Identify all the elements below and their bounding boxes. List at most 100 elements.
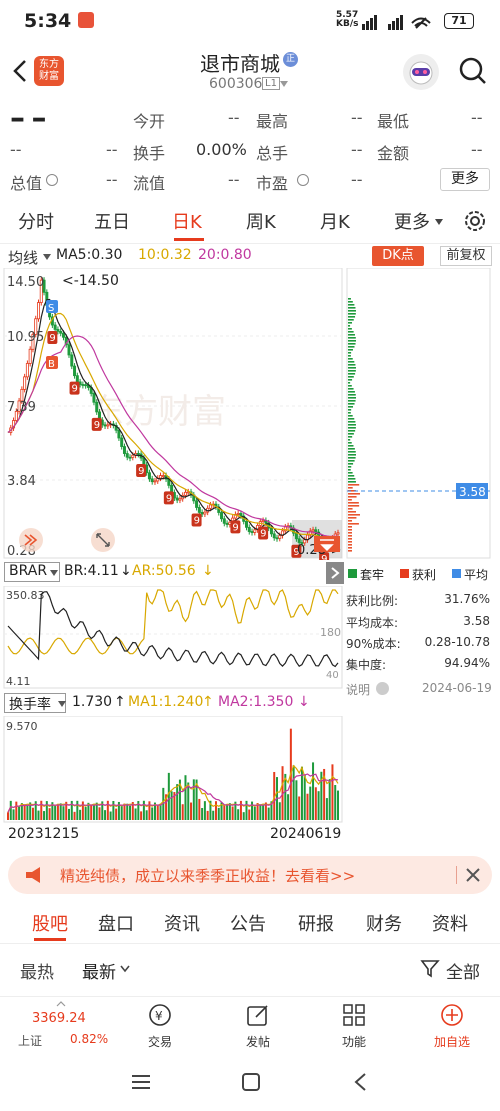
info-icon[interactable] <box>297 174 309 186</box>
turnover-bar <box>192 779 195 820</box>
tab-daily-k[interactable]: 日K <box>172 208 202 234</box>
turnover-select[interactable]: 换手率 <box>4 693 66 713</box>
brar-level-high: 180 <box>320 626 341 639</box>
tab-more[interactable]: 更多 <box>394 208 430 234</box>
back-icon[interactable] <box>10 58 30 84</box>
chip-bar <box>348 484 360 486</box>
chip-bar <box>348 514 360 516</box>
chip-bar <box>348 535 352 537</box>
chip-bar <box>348 301 353 303</box>
turnover-bar <box>242 812 245 820</box>
turnover-bar <box>123 803 126 820</box>
brar-chart: 350.83 4.11 180 40 <box>3 586 343 689</box>
home-icon[interactable] <box>240 1071 262 1093</box>
info-icon[interactable] <box>376 682 389 695</box>
menu-icon[interactable] <box>130 1072 152 1092</box>
filter-icon[interactable] <box>420 958 440 978</box>
chip-stat-label: 90%成本: <box>346 637 401 651</box>
turnover-bar <box>81 801 84 820</box>
chip-bar <box>348 508 353 510</box>
kline-chart[interactable]: 东方财富 9999999999SB 14.50 10.95 7.39 3.84 … <box>0 268 345 560</box>
functions-button[interactable]: 功能 <box>314 997 394 1055</box>
tab-minute[interactable]: 分时 <box>18 208 54 234</box>
sort-new[interactable]: 最新 <box>82 958 116 983</box>
filter-all[interactable]: 全部 <box>446 958 480 983</box>
turnover-bar <box>126 803 129 820</box>
svg-text:9: 9 <box>260 528 266 539</box>
svg-text:¥: ¥ <box>155 1009 163 1023</box>
chip-bar <box>348 427 356 429</box>
signal-badge: 9 <box>230 520 241 534</box>
add-watchlist-button[interactable]: 加自选 <box>412 997 492 1055</box>
signal-badge: 9 <box>69 381 80 395</box>
turnover-bar <box>156 804 159 820</box>
turnover-bar <box>253 806 256 820</box>
turnover-bar <box>226 804 229 820</box>
turnover-bar <box>167 772 170 820</box>
turnover-bar <box>187 782 190 820</box>
chip-bar <box>348 526 352 528</box>
search-icon[interactable] <box>458 56 488 86</box>
tab-pankou[interactable]: 盘口 <box>98 910 134 936</box>
chip-bar <box>348 487 353 489</box>
sort-hot[interactable]: 最热 <box>20 958 54 983</box>
chip-bar <box>348 493 360 495</box>
back-nav-icon[interactable] <box>350 1071 372 1093</box>
turnover-bar <box>120 805 123 820</box>
adjust-mode-button[interactable]: 前复权 <box>440 246 492 266</box>
chevron-down-icon <box>120 965 130 973</box>
tab-profile[interactable]: 资料 <box>432 910 468 936</box>
turnover-bar <box>248 809 251 820</box>
chip-legend: 套牢 获利 平均 <box>348 566 498 582</box>
tab-research[interactable]: 研报 <box>298 910 334 936</box>
turnover-bar <box>309 786 312 820</box>
date-end: 20240619 <box>270 826 342 842</box>
gear-icon[interactable] <box>462 208 488 234</box>
turnover-arrow: ↑ <box>114 694 126 710</box>
ma-legend: 均线 MA5:0.30 10:0.32 20:0.80 DK点 前复权 <box>0 246 500 268</box>
chip-bar <box>348 460 355 462</box>
assistant-avatar[interactable] <box>403 54 439 90</box>
tab-monthly-k[interactable]: 月K <box>320 208 350 234</box>
dk-point-button[interactable]: DK点 <box>372 246 424 266</box>
explain-link[interactable]: 说明 <box>346 681 370 698</box>
tab-announcements[interactable]: 公告 <box>230 910 266 936</box>
close-icon[interactable] <box>464 866 482 884</box>
chip-bar <box>348 397 356 399</box>
signal-icon <box>362 15 431 30</box>
tab-five-day[interactable]: 五日 <box>94 208 130 234</box>
field-label: 总值 <box>10 174 43 193</box>
field-label: 市盈 <box>256 174 289 193</box>
chip-bar <box>348 337 356 339</box>
chip-bar <box>348 400 356 402</box>
svg-text:9: 9 <box>166 493 172 504</box>
svg-text:S: S <box>48 303 54 314</box>
trade-button[interactable]: ¥ 交易 <box>120 997 200 1055</box>
chip-bar <box>348 349 353 351</box>
tab-finance[interactable]: 财务 <box>366 910 402 936</box>
turnover-bar <box>23 804 26 820</box>
code-dropdown-icon[interactable] <box>279 80 289 88</box>
signal-badge: S <box>46 300 58 314</box>
post-button[interactable]: 发帖 <box>218 997 298 1055</box>
chip-bar <box>348 532 352 534</box>
field-value: -- <box>351 170 363 189</box>
more-fields-button[interactable]: 更多 <box>440 168 490 191</box>
chip-bar <box>348 325 351 327</box>
turnover-bar <box>251 801 254 820</box>
tab-weekly-k[interactable]: 周K <box>246 208 276 234</box>
turnover-bar <box>48 808 51 820</box>
chip-distribution-chart: 3.58 <box>346 268 491 559</box>
tab-guba[interactable]: 股吧 <box>32 910 68 936</box>
index-name: 上证 <box>18 1034 43 1048</box>
stock-code: 600306 <box>209 76 263 92</box>
promo-banner[interactable]: 精选纯债，成立以来季季正收益！去看看>> <box>8 856 492 894</box>
chip-bar <box>348 316 356 318</box>
sort-tabs: 最热 最新 全部 <box>0 946 500 994</box>
chip-bar <box>348 358 353 360</box>
info-icon[interactable] <box>46 174 58 186</box>
tab-news[interactable]: 资讯 <box>164 910 200 936</box>
indicator-type-select[interactable]: 均线 <box>8 247 38 268</box>
turnover-bar <box>278 802 281 820</box>
index-ticker[interactable]: 3369.24 上证 0.82% <box>10 997 110 1055</box>
